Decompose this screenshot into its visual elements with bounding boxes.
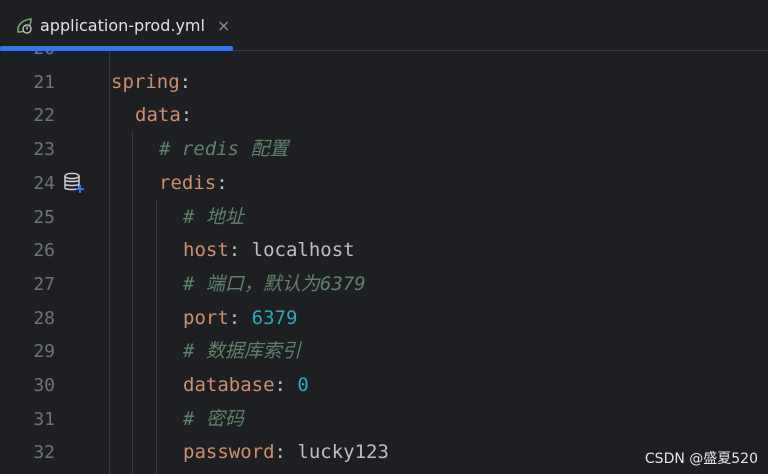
- code-line[interactable]: 21 spring:: [0, 66, 768, 99]
- tab-close-icon[interactable]: ×: [217, 17, 230, 34]
- yaml-comment: # 端口，默认为6379: [183, 272, 366, 295]
- yaml-value: lucky123: [285, 441, 389, 464]
- line-number: 32: [33, 442, 55, 464]
- line-number: 25: [33, 206, 55, 228]
- code-content: redis:: [159, 167, 228, 200]
- yaml-key: host: [183, 239, 229, 262]
- line-number: 22: [33, 105, 55, 127]
- tab-application-prod-yml[interactable]: application-prod.yml ×: [0, 0, 233, 51]
- spring-leaf-icon: [17, 17, 32, 34]
- yaml-colon: :: [180, 104, 193, 127]
- code-line[interactable]: 29 # 数据库索引: [0, 335, 768, 368]
- yaml-value: localhost: [240, 239, 355, 262]
- code-line[interactable]: 23 # redis 配置: [0, 133, 768, 166]
- watermark: CSDN @盛夏520: [644, 451, 758, 467]
- line-number: 31: [33, 408, 55, 430]
- code-content: database: 0: [183, 369, 309, 402]
- yaml-value: 6379: [240, 306, 298, 329]
- yaml-colon: :: [228, 239, 241, 262]
- line-number: 27: [33, 273, 55, 295]
- yaml-key: database: [183, 374, 275, 396]
- code-line[interactable]: 26 host: localhost: [0, 234, 768, 267]
- code-content: # 地址: [183, 201, 244, 234]
- line-number: 26: [33, 240, 55, 262]
- code-line[interactable]: 25 # 地址: [0, 201, 768, 234]
- yaml-comment: # 地址: [183, 205, 244, 228]
- yaml-colon: :: [228, 306, 241, 329]
- code-content: port: 6379: [183, 302, 297, 335]
- yaml-colon: :: [274, 441, 286, 464]
- yaml-comment: # 数据库索引: [183, 340, 301, 363]
- code-content: # 数据库索引: [183, 335, 301, 368]
- yaml-key: password: [183, 441, 275, 464]
- yaml-colon: :: [274, 374, 286, 396]
- code-content: # redis 配置: [159, 133, 289, 166]
- code-content: # 端口，默认为6379: [183, 268, 366, 301]
- code-line[interactable]: 24 redis:: [0, 167, 768, 200]
- line-number: 29: [33, 341, 55, 363]
- code-line[interactable]: 31 # 密码: [0, 403, 768, 436]
- yaml-key: port: [183, 306, 229, 329]
- yaml-key: spring: [111, 70, 180, 93]
- line-number: 23: [33, 139, 55, 161]
- line-number: 21: [33, 71, 55, 93]
- yaml-key: data: [135, 104, 181, 127]
- line-number: 20: [0, 51, 55, 65]
- line-number: 24: [33, 172, 55, 194]
- yaml-comment: # redis 配置: [159, 138, 289, 161]
- yaml-value: 0: [285, 374, 309, 396]
- editor-tab-bar: application-prod.yml ×: [0, 0, 768, 51]
- yaml-comment: # 密码: [183, 407, 244, 430]
- code-editor[interactable]: 2021spring:22data:23# redis 配置24redis:25…: [0, 51, 768, 474]
- code-line[interactable]: 28 port: 6379: [0, 302, 768, 335]
- tab-title: application-prod.yml: [40, 16, 205, 35]
- code-content: spring:: [111, 66, 191, 99]
- line-number: 30: [33, 375, 55, 396]
- yaml-key: redis: [159, 171, 217, 194]
- code-content: host: localhost: [183, 234, 355, 267]
- line-number: 28: [33, 307, 55, 329]
- code-line[interactable]: 30 database: 0: [0, 369, 768, 402]
- database-add-icon[interactable]: [62, 171, 86, 195]
- code-content: password: lucky123: [183, 436, 389, 469]
- code-line[interactable]: 27 # 端口，默认为6379: [0, 268, 768, 301]
- yaml-colon: :: [179, 70, 192, 93]
- yaml-colon: :: [216, 171, 228, 194]
- code-content: data:: [135, 99, 192, 132]
- code-line[interactable]: 20: [0, 51, 768, 65]
- code-line[interactable]: 22 data:: [0, 99, 768, 132]
- code-content: # 密码: [183, 403, 244, 436]
